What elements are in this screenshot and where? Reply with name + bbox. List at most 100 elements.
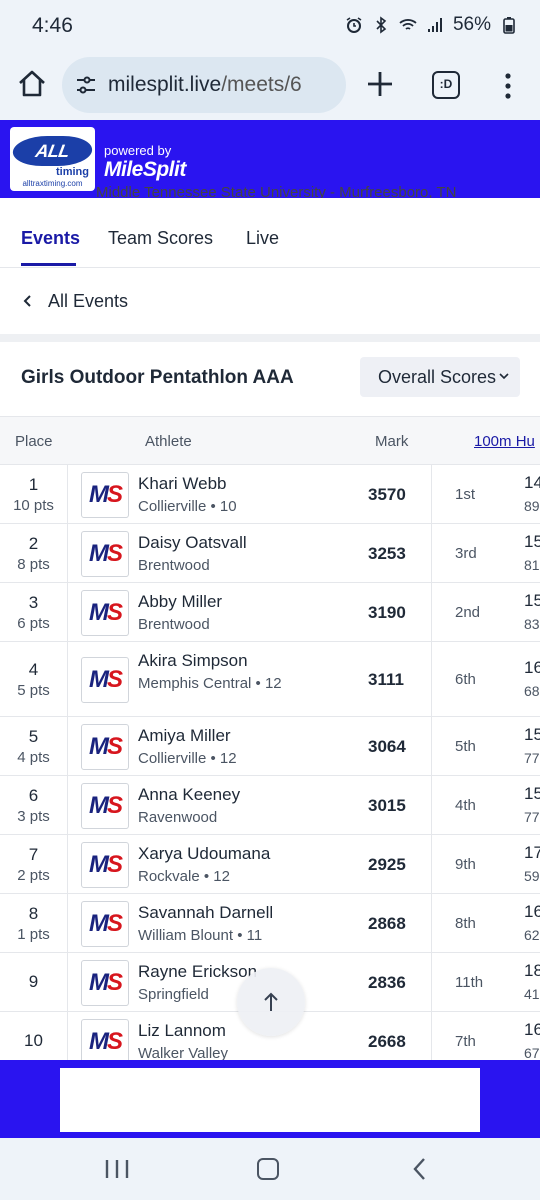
event-points: 67 (524, 1045, 540, 1060)
place-cell: 4 5 pts (0, 642, 68, 716)
table-row[interactable]: 6 3 pts MS Anna Keeney Ravenwood 3015 4th 15 77 (0, 776, 540, 835)
table-row[interactable]: 3 6 pts MS Abby Miller Brentwood 3190 2nd 15 83 (0, 583, 540, 642)
place-cell: 2 8 pts (0, 524, 68, 582)
logo-s: S (106, 969, 123, 996)
logo-s: S (106, 910, 123, 937)
home-nav-icon[interactable] (257, 1158, 279, 1180)
event-place: 3rd (455, 545, 477, 562)
athlete-name[interactable]: Daisy Oatsvall (138, 533, 247, 553)
athlete-school: Memphis Central • 12 (138, 675, 282, 692)
logo-s: S (106, 666, 123, 693)
place-points: 3 pts (17, 807, 50, 825)
milesplit-logo[interactable]: MileSplit (104, 158, 186, 182)
more-menu-icon[interactable] (498, 70, 518, 102)
place-number: 5 (28, 726, 39, 746)
athlete-name[interactable]: Savannah Darnell (138, 903, 273, 923)
chevron-left-icon (23, 295, 31, 307)
place-number: 10 (24, 1031, 43, 1050)
column-divider (431, 1012, 432, 1060)
table-row[interactable]: 2 8 pts MS Daisy Oatsvall Brentwood 3253 3rd 15… (0, 524, 540, 583)
system-nav-bar (0, 1138, 540, 1200)
back-nav-icon[interactable] (412, 1157, 426, 1181)
event-points: 62 (524, 927, 540, 943)
athlete-name[interactable]: Khari Webb (138, 474, 227, 494)
place-number: 3 (28, 592, 39, 612)
event-time: 17 (524, 843, 540, 862)
athlete-school: Rockvale • 12 (138, 868, 230, 885)
ad-slot[interactable] (60, 1068, 480, 1132)
table-row[interactable]: 4 5 pts MS Akira Simpson Memphis Central • 1… (0, 642, 540, 717)
table-header: Place Athlete Mark 100m Hu (0, 416, 540, 465)
event-place: 1st (455, 486, 476, 503)
column-divider (431, 524, 432, 582)
athlete-mark: 3253 (368, 544, 406, 563)
school-logo: MS (81, 842, 129, 888)
athlete-mark: 3064 (368, 737, 406, 756)
results-table[interactable]: Place Athlete Mark 100m Hu 1 10 pts MS Khar… (0, 416, 540, 1060)
event-points: 59 (524, 868, 540, 884)
table-row[interactable]: 8 1 pts MS Savannah Darnell William Blount •… (0, 894, 540, 953)
home-icon[interactable] (16, 68, 48, 100)
logo-m: M (88, 851, 109, 878)
recent-apps-icon[interactable] (104, 1159, 130, 1179)
header-100m-hurdles[interactable]: 100m Hu (474, 433, 535, 450)
alarm-icon (346, 17, 362, 33)
athlete-name[interactable]: Abby Miller (138, 592, 222, 612)
arrow-up-icon (264, 992, 278, 1011)
event-points: 77 (524, 809, 540, 825)
athlete-name[interactable]: Amiya Miller (138, 726, 231, 746)
column-divider (431, 835, 432, 893)
new-tab-icon[interactable] (362, 66, 398, 102)
header-mark: Mark (375, 433, 409, 450)
place-points: 6 pts (17, 614, 50, 632)
athlete-mark: 3111 (368, 670, 404, 689)
event-points: 83 (524, 616, 540, 632)
athlete-name[interactable]: Xarya Udoumana (138, 844, 270, 864)
url-host: milesplit.live (108, 73, 222, 96)
table-row[interactable]: 7 2 pts MS Xarya Udoumana Rockvale • 12 2925 9… (0, 835, 540, 894)
url-path: /meets/6 (221, 73, 302, 96)
event-points: 77 (524, 750, 540, 766)
tab-switcher-button[interactable]: :D (432, 71, 460, 99)
chevron-down-icon (499, 373, 509, 380)
school-logo: MS (81, 1019, 129, 1060)
battery-percent: 56% (452, 14, 491, 35)
meet-tabs: Events Team Scores Live (0, 198, 540, 268)
place-number: 8 (28, 903, 39, 923)
place-points: 1 pts (17, 925, 50, 943)
table-row[interactable]: 1 10 pts MS Khari Webb Collierville • 10 3570… (0, 465, 540, 524)
place-number: 6 (28, 785, 39, 805)
logo-s: S (106, 481, 123, 508)
logo-m: M (88, 792, 109, 819)
signal-icon (427, 18, 442, 32)
event-time: 14 (524, 473, 540, 492)
logo-s: S (106, 851, 123, 878)
athlete-name[interactable]: Rayne Erickson (138, 962, 257, 982)
table-row[interactable]: 5 4 pts MS Amiya Miller Collierville • 12 306… (0, 717, 540, 776)
address-bar[interactable]: milesplit.live/meets/6 (62, 57, 346, 113)
browser-toolbar: milesplit.live/meets/6 :D (0, 52, 540, 120)
logo-line2: timing (56, 166, 89, 178)
event-time: 18 (524, 961, 540, 980)
athlete-name[interactable]: Liz Lannom (138, 1021, 226, 1041)
place-cell: 8 1 pts (0, 894, 68, 952)
scroll-to-top-button[interactable] (237, 968, 305, 1036)
athlete-mark: 2868 (368, 914, 406, 933)
tab-live[interactable]: Live (246, 228, 279, 249)
event-time: 16 (524, 902, 540, 921)
athlete-name[interactable]: Anna Keeney (138, 785, 240, 805)
logo-m: M (88, 733, 109, 760)
athlete-name[interactable]: Akira Simpson (138, 651, 248, 671)
school-logo: MS (81, 901, 129, 947)
place-cell: 3 6 pts (0, 583, 68, 641)
column-divider (431, 642, 432, 716)
site-settings-icon[interactable] (74, 73, 98, 97)
back-link[interactable]: All Events (0, 268, 540, 334)
alltrax-logo[interactable]: ALL TRAX timing alltraxtiming.com (10, 127, 95, 191)
battery-icon (503, 17, 515, 34)
tab-team-scores[interactable]: Team Scores (108, 228, 213, 249)
scores-dropdown[interactable]: Overall Scores (360, 357, 520, 397)
scores-dropdown-label: Overall Scores (378, 366, 497, 387)
tab-events[interactable]: Events (21, 228, 80, 249)
logo-m: M (88, 969, 109, 996)
